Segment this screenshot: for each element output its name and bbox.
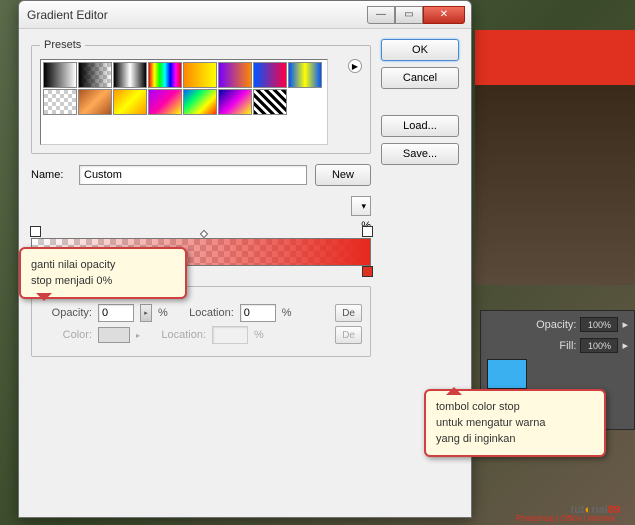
callout-line: ganti nilai opacity (31, 257, 175, 273)
preset-swatch[interactable] (113, 89, 147, 115)
opacity-panel-value[interactable]: 100% (580, 317, 618, 332)
color-label: Color: (40, 329, 92, 341)
titlebar[interactable]: Gradient Editor — ▭ ✕ (19, 1, 471, 29)
preset-swatch[interactable] (253, 62, 287, 88)
gradient-type-dropdown[interactable] (351, 196, 371, 216)
location2-input (212, 326, 248, 344)
preset-swatch[interactable] (78, 62, 112, 88)
presets-legend: Presets (40, 39, 85, 51)
preset-swatch[interactable] (218, 89, 252, 115)
callout-line: tombol color stop (436, 399, 594, 415)
opacity-stop-right[interactable] (362, 226, 372, 238)
callout-line: stop menjadi 0% (31, 273, 175, 289)
close-button[interactable]: ✕ (423, 6, 465, 24)
presets-menu-button[interactable]: ▶ (348, 59, 362, 73)
minimize-button[interactable]: — (367, 6, 395, 24)
callout-line: yang di inginkan (436, 431, 594, 447)
callout-opacity: ganti nilai opacity stop menjadi 0% (19, 247, 187, 299)
new-button[interactable]: New (315, 164, 371, 186)
preset-swatch[interactable] (183, 62, 217, 88)
callout-line: untuk mengatur warna (436, 415, 594, 431)
opacity-suffix: % (158, 307, 168, 319)
chevron-down-icon: ▸ (136, 331, 140, 340)
window-title: Gradient Editor (25, 8, 367, 22)
location2-suffix: % (254, 329, 264, 341)
delete-color-stop-button: De (335, 326, 362, 344)
preset-swatch[interactable] (43, 89, 77, 115)
ok-button[interactable]: OK (381, 39, 459, 61)
opacity-input[interactable] (98, 304, 134, 322)
location2-label: Location: (146, 329, 206, 341)
name-label: Name: (31, 169, 71, 181)
background-brown (475, 85, 635, 285)
name-input[interactable] (79, 165, 307, 185)
chevron-down-icon[interactable]: ▸ (622, 339, 628, 352)
watermark-subtitle: Photoshop | Office | Internet (516, 514, 615, 523)
maximize-button[interactable]: ▭ (395, 6, 423, 24)
preset-swatch[interactable] (113, 62, 147, 88)
preset-swatch[interactable] (78, 89, 112, 115)
fill-panel-label: Fill: (559, 340, 576, 352)
presets-fieldset: Presets (31, 39, 371, 154)
fill-panel-value[interactable]: 100% (580, 338, 618, 353)
background-red-band (475, 30, 635, 85)
delete-opacity-stop-button[interactable]: De (335, 304, 362, 322)
opacity-panel-label: Opacity: (536, 319, 576, 331)
save-button[interactable]: Save... (381, 143, 459, 165)
chevron-down-icon[interactable]: ▸ (622, 318, 628, 331)
preset-swatch[interactable] (218, 62, 252, 88)
location1-suffix: % (282, 307, 292, 319)
opacity-spinner[interactable]: ▸ (140, 304, 152, 322)
preset-swatch[interactable] (183, 89, 217, 115)
color-swatch (98, 327, 130, 343)
location1-input[interactable] (240, 304, 276, 322)
cancel-button[interactable]: Cancel (381, 67, 459, 89)
preset-swatch[interactable] (148, 62, 182, 88)
callout-color-stop: tombol color stop untuk mengatur warna y… (424, 389, 606, 457)
layer-thumbnail[interactable] (487, 359, 527, 389)
opacity-stop-left[interactable] (30, 226, 40, 238)
preset-grid[interactable] (40, 59, 328, 145)
preset-swatch[interactable] (253, 89, 287, 115)
preset-swatch[interactable] (288, 62, 322, 88)
color-stop-right[interactable] (362, 266, 372, 278)
preset-swatch[interactable] (148, 89, 182, 115)
location1-label: Location: (174, 307, 234, 319)
preset-swatch[interactable] (43, 62, 77, 88)
load-button[interactable]: Load... (381, 115, 459, 137)
